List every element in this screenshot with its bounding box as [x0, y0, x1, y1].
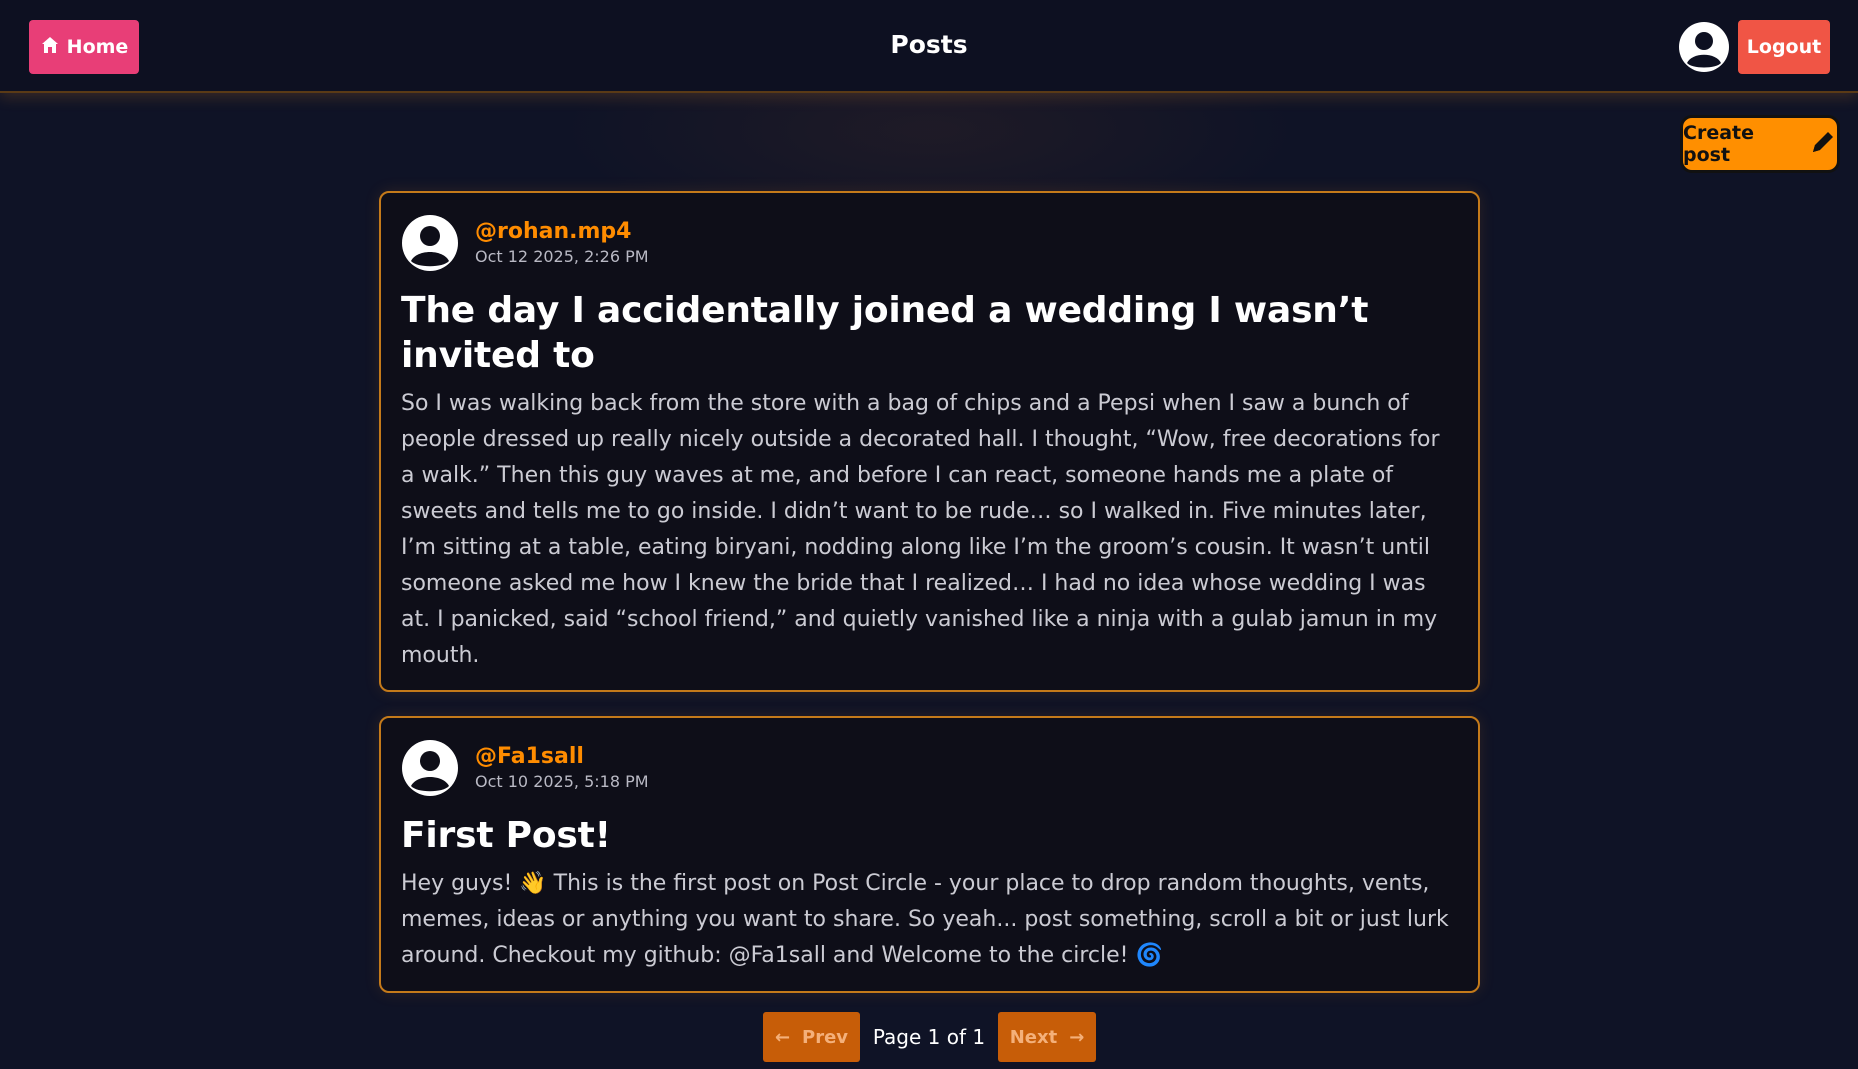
arrow-left-icon: ← — [774, 1026, 791, 1048]
prev-button-label: Prev — [802, 1026, 849, 1048]
next-button[interactable]: Next → — [998, 1012, 1096, 1062]
create-post-label: Create post — [1683, 122, 1754, 166]
post-meta: @Fa1sall Oct 10 2025, 5:18 PM — [475, 743, 649, 793]
post-username[interactable]: @rohan.mp4 — [475, 218, 649, 246]
post-title: First Post! — [401, 815, 611, 856]
post-timestamp: Oct 10 2025, 5:18 PM — [475, 772, 649, 791]
page-indicator: Page 1 of 1 — [872, 1025, 986, 1049]
post-body: Hey guys! 👋 This is the first post on Po… — [401, 871, 1449, 968]
post-meta: @rohan.mp4 Oct 12 2025, 2:26 PM — [475, 218, 649, 268]
post-title: The day I accidentally joined a wedding … — [401, 290, 1369, 376]
navbar: Home Posts Logout — [0, 0, 1858, 93]
logout-button-label: Logout — [1746, 36, 1822, 58]
prev-button[interactable]: ← Prev — [763, 1012, 860, 1062]
page: Home Posts Logout Create post @rohan.mp4… — [0, 0, 1858, 1069]
next-button-label: Next — [1009, 1026, 1058, 1048]
post-timestamp: Oct 12 2025, 2:26 PM — [475, 247, 649, 266]
avatar-icon[interactable] — [401, 214, 459, 272]
create-post-button[interactable]: Create post — [1680, 115, 1840, 173]
post-card: @rohan.mp4 Oct 12 2025, 2:26 PM The day … — [379, 191, 1480, 692]
pencil-icon — [1809, 128, 1837, 161]
page-title: Posts — [890, 30, 968, 59]
post-username[interactable]: @Fa1sall — [475, 743, 649, 771]
post-header: @rohan.mp4 Oct 12 2025, 2:26 PM — [401, 213, 1458, 273]
user-circle-icon[interactable] — [1678, 21, 1730, 73]
pagination: ← Prev Page 1 of 1 Next → — [0, 1012, 1858, 1062]
post-header: @Fa1sall Oct 10 2025, 5:18 PM — [401, 738, 1458, 798]
post-card: @Fa1sall Oct 10 2025, 5:18 PM First Post… — [379, 716, 1480, 993]
avatar-icon[interactable] — [401, 739, 459, 797]
arrow-right-icon: → — [1069, 1026, 1085, 1048]
logout-button[interactable]: Logout — [1738, 20, 1830, 74]
post-body: So I was walking back from the store wit… — [401, 391, 1440, 668]
